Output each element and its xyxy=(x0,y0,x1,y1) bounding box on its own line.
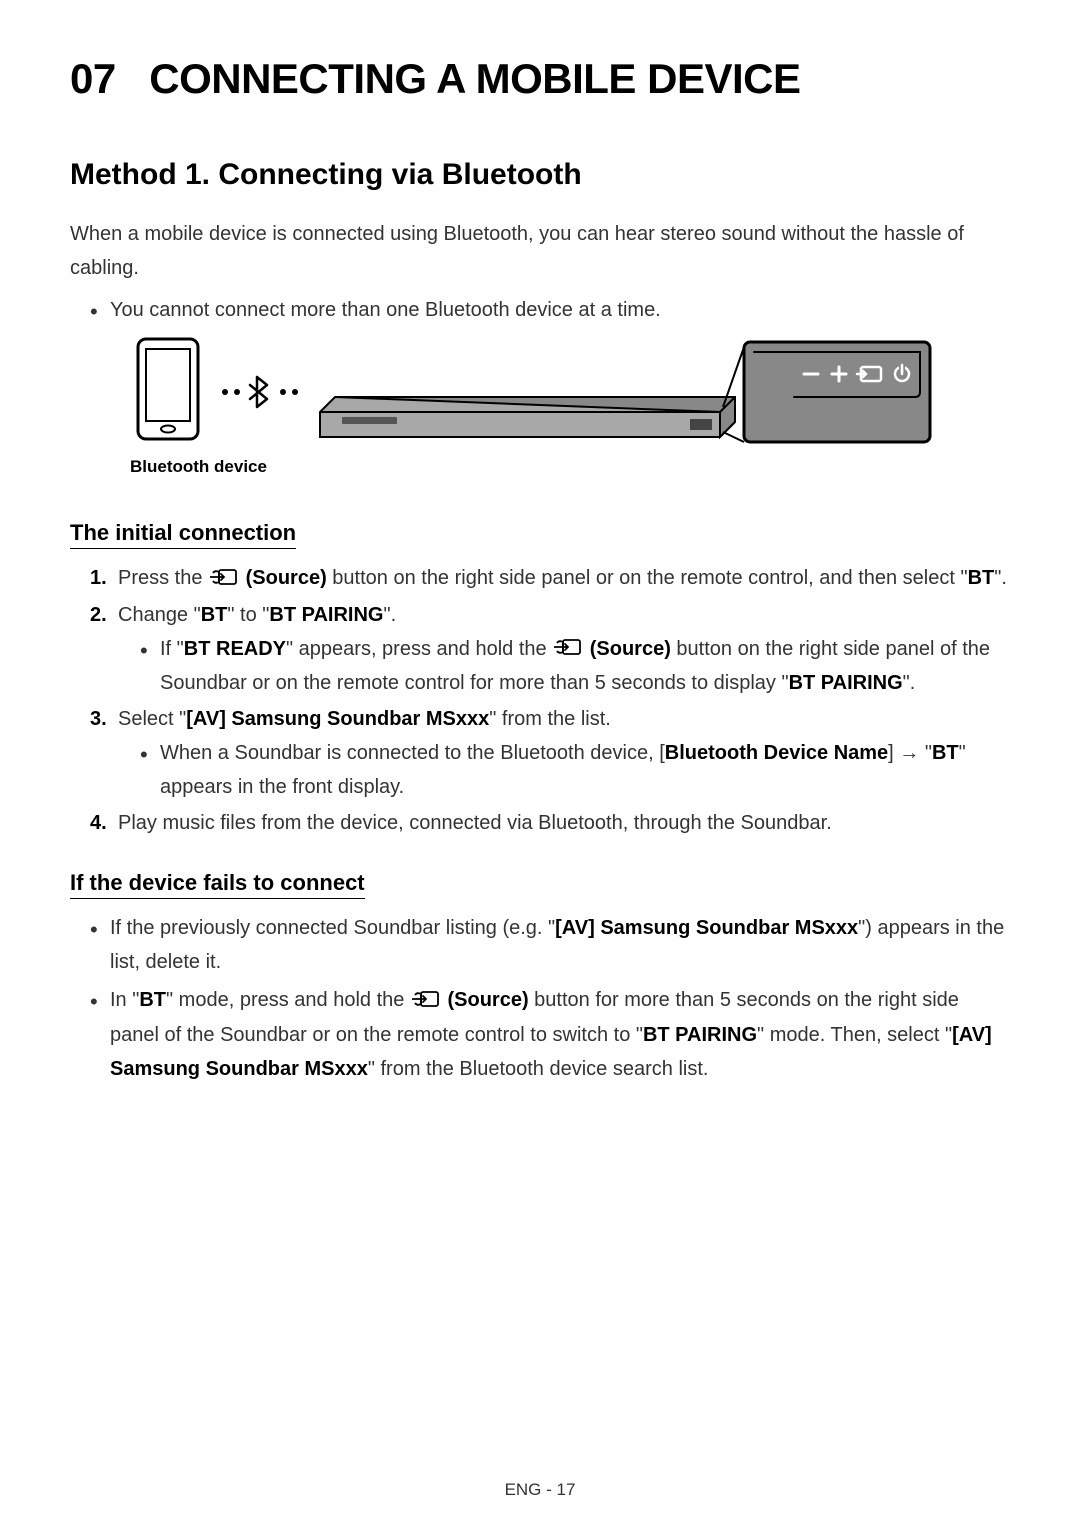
fails-bullet-2: In "BT" mode, press and hold the (Source… xyxy=(90,983,1010,1086)
step-2-sub: If "BT READY" appears, press and hold th… xyxy=(118,632,1010,701)
diagram-label: Bluetooth device xyxy=(130,457,1010,477)
step-3-sub-1: When a Soundbar is connected to the Blue… xyxy=(140,736,1010,804)
fails-bullet-1: If the previously connected Soundbar lis… xyxy=(90,911,1010,979)
source-icon xyxy=(554,632,582,666)
fails-bullets: If the previously connected Soundbar lis… xyxy=(70,911,1010,1086)
intro-bullet-1: You cannot connect more than one Bluetoo… xyxy=(90,293,1010,327)
chapter-heading: 07 CONNECTING A MOBILE DEVICE xyxy=(70,55,1010,103)
step-4: 4. Play music files from the device, con… xyxy=(90,806,1010,840)
step-3-sub: When a Soundbar is connected to the Blue… xyxy=(118,736,1010,804)
step-1: 1. Press the (Source) button on the righ… xyxy=(90,561,1010,596)
intro-bullets: You cannot connect more than one Bluetoo… xyxy=(70,293,1010,327)
section-heading: Method 1. Connecting via Bluetooth xyxy=(70,158,1010,192)
chapter-number: 07 xyxy=(70,55,116,102)
source-icon xyxy=(210,562,238,596)
source-icon xyxy=(412,984,440,1018)
step-2: 2. Change "BT" to "BT PAIRING". If "BT R… xyxy=(90,598,1010,701)
page-number: ENG - 17 xyxy=(0,1480,1080,1500)
initial-connection-heading: The initial connection xyxy=(70,520,296,549)
initial-steps: 1. Press the (Source) button on the righ… xyxy=(70,561,1010,840)
intro-text: When a mobile device is connected using … xyxy=(70,217,1010,285)
chapter-title: CONNECTING A MOBILE DEVICE xyxy=(149,55,800,102)
step-3: 3. Select "[AV] Samsung Soundbar MSxxx" … xyxy=(90,702,1010,804)
connection-diagram: Bluetooth device xyxy=(110,337,1010,477)
step-2-sub-1: If "BT READY" appears, press and hold th… xyxy=(140,632,1010,701)
diagram-svg xyxy=(110,337,950,447)
fails-heading: If the device fails to connect xyxy=(70,870,365,899)
